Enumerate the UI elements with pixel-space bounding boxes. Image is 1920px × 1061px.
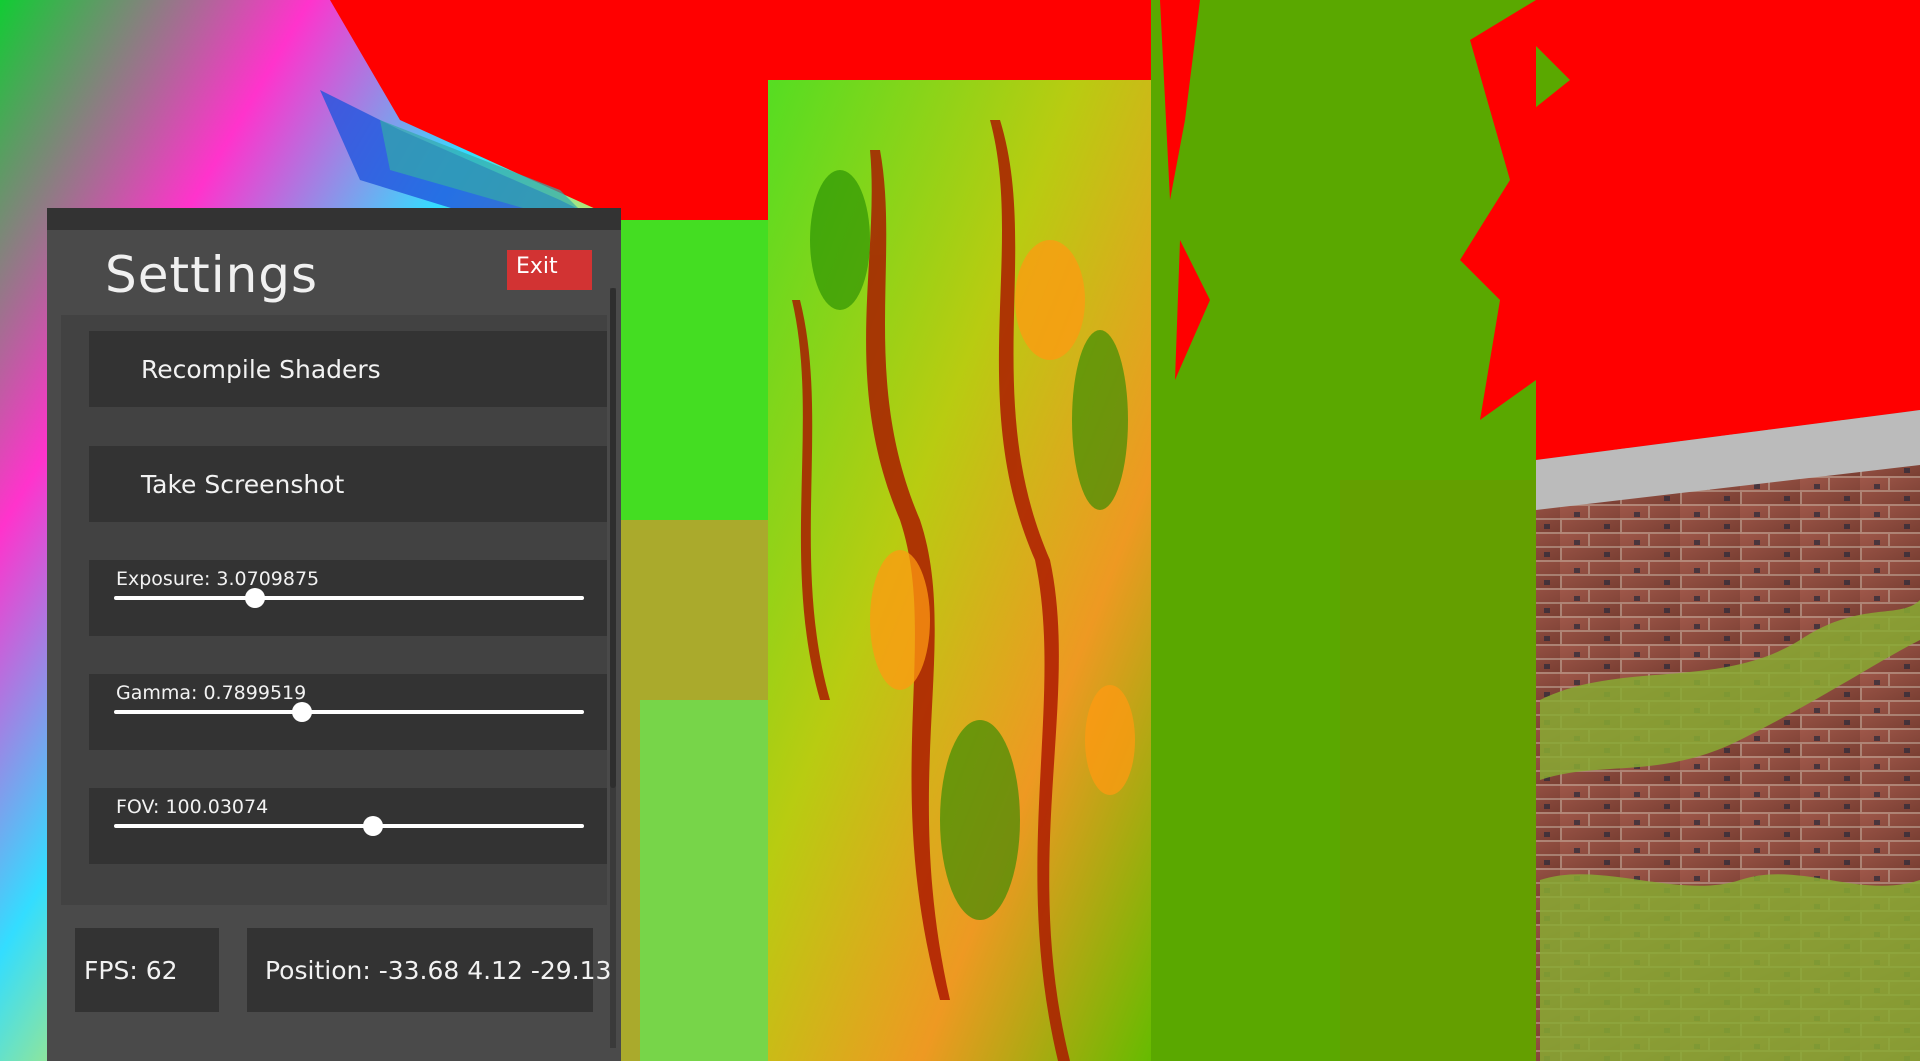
exposure-label: Exposure: 3.0709875 — [116, 568, 320, 590]
take-screenshot-button[interactable]: Take Screenshot — [89, 446, 607, 522]
gamma-slider-thumb[interactable] — [292, 702, 312, 722]
settings-scroll-area: Recompile Shaders Take Screenshot Exposu… — [61, 315, 607, 905]
scrollbar[interactable] — [610, 288, 616, 1048]
scrollbar-thumb[interactable] — [610, 288, 616, 788]
recompile-shaders-button[interactable]: Recompile Shaders — [89, 331, 607, 407]
panel-title-bar[interactable] — [47, 208, 621, 230]
fov-slider-track[interactable] — [114, 816, 584, 836]
settings-panel: Settings Exit Recompile Shaders Take Scr… — [47, 208, 621, 1061]
gamma-label: Gamma: 0.7899519 — [116, 682, 307, 704]
fps-counter: FPS: 62 — [75, 928, 219, 1012]
exit-button[interactable]: Exit — [507, 250, 592, 290]
fov-slider-card: FOV: 100.03074 — [89, 788, 607, 864]
gamma-slider-card: Gamma: 0.7899519 — [89, 674, 607, 750]
gamma-slider-track[interactable] — [114, 702, 584, 722]
exposure-slider-card: Exposure: 3.0709875 — [89, 560, 607, 636]
exposure-slider-thumb[interactable] — [245, 588, 265, 608]
position-readout: Position: -33.68 4.12 -29.13 — [247, 928, 611, 1012]
settings-title: Settings — [105, 246, 319, 304]
fov-label: FOV: 100.03074 — [116, 796, 269, 818]
fov-slider-thumb[interactable] — [362, 816, 383, 836]
exposure-slider-track[interactable] — [114, 588, 584, 608]
